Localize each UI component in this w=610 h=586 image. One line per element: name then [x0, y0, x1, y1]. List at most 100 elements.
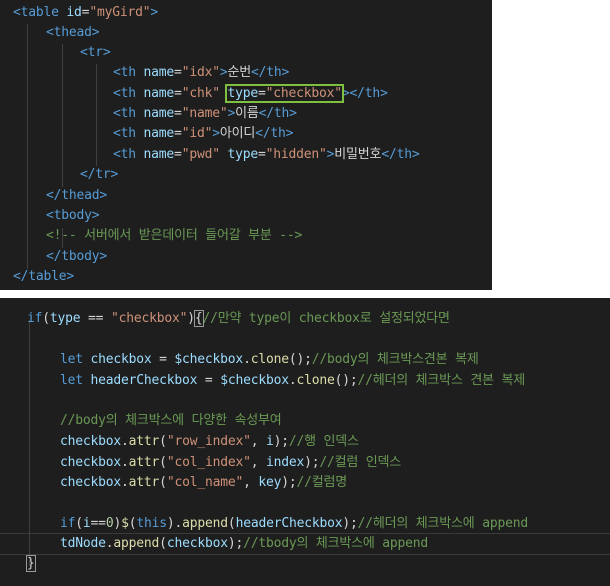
js-line-3[interactable]: let checkbox = $checkbox.clone();//body의…	[60, 350, 479, 370]
html-line-7[interactable]: <th name="id">아이디</th>	[113, 124, 293, 144]
code-token-tag: <	[113, 86, 121, 101]
html-line-3[interactable]: <tr>	[80, 43, 111, 63]
js-line-7[interactable]: checkbox.attr("row_index", i);//행 인덱스	[60, 432, 359, 452]
code-token-comment: //행 인덱스	[288, 434, 359, 449]
js-line-6[interactable]: //body의 체크박스에 다양한 속성부여	[60, 411, 282, 431]
code-token-attr: name	[143, 147, 175, 162]
code-token-attr: name	[143, 106, 175, 121]
code-token-punc: (	[159, 536, 167, 551]
js-line-1[interactable]: if(type == "checkbox"){//만약 type이 checkb…	[27, 309, 450, 329]
code-token-punc: =	[174, 147, 182, 162]
js-line-8[interactable]: checkbox.attr("col_index", index);//컬럼 인…	[60, 453, 401, 473]
code-token-tag: <	[113, 65, 121, 80]
code-token-punc: );	[227, 536, 244, 551]
code-token-punc: ();	[334, 373, 358, 388]
code-token-tag: >	[102, 45, 111, 60]
code-token-punc: );	[342, 516, 358, 531]
code-token-tag: >	[341, 86, 350, 101]
code-token-tag: >	[91, 208, 100, 223]
html-line-8[interactable]: <th name="pwd" type="hidden">비밀번호</th>	[113, 145, 420, 165]
code-token-str: "col_name"	[166, 475, 244, 490]
html-line-9[interactable]: </tr>	[80, 165, 118, 185]
js-line-12[interactable]: tdNode.append(checkbox);//tbody의 체크박스에 a…	[60, 534, 428, 554]
code-token-tag: </	[255, 126, 271, 141]
html-line-11[interactable]: <tbody>	[46, 206, 100, 226]
code-token-punc: =	[174, 106, 182, 121]
code-token-punc: ==	[80, 311, 111, 326]
code-token-tag: >	[380, 86, 388, 101]
html-line-6[interactable]: <th name="name">이름</th>	[113, 104, 297, 124]
code-token-fn: attr	[128, 455, 160, 470]
code-token-str: "chk"	[181, 86, 228, 101]
html-line-2[interactable]: <thead>	[46, 23, 100, 43]
html-line-1[interactable]: <table id="myGird">	[13, 3, 158, 23]
code-token-punc: =	[174, 65, 182, 80]
code-token-var: i	[82, 516, 91, 531]
code-token-punc: (	[42, 311, 50, 326]
code-token-tag: </	[251, 65, 267, 80]
code-token-punc: ).	[166, 516, 183, 531]
code-token-tag: <	[80, 45, 88, 60]
html-line-4[interactable]: <th name="idx">순번</th>	[113, 63, 289, 83]
code-token-tag: <	[46, 25, 54, 40]
code-token-str: "row_index"	[166, 434, 251, 449]
code-token-tag: </	[80, 167, 96, 182]
code-token-tag: </	[13, 269, 29, 284]
code-token-comment: //tbody의 체크박스에 append	[243, 536, 429, 551]
code-token-tag: thead	[53, 25, 92, 40]
code-token-punc: ,	[250, 455, 266, 470]
js-line-11[interactable]: if(i==0)$(this).append(headerCheckbox);/…	[60, 514, 528, 534]
code-token-tag: tbody	[61, 249, 100, 264]
code-token-str: "hidden"	[265, 147, 327, 162]
code-token-var: headerCheckbox	[90, 373, 198, 388]
code-token-comment: //컬럼명	[296, 475, 348, 490]
code-token-comment: //헤더의 체크박스 견본 복제	[357, 373, 526, 388]
code-token-tag: th	[270, 126, 286, 141]
code-token-attr: name	[143, 86, 175, 101]
code-token-var: tdNode	[60, 536, 106, 551]
code-token-tag: >	[227, 106, 236, 121]
html-line-10[interactable]: </thead>	[46, 186, 107, 206]
code-token-tag: >	[281, 65, 290, 80]
code-token-text: 비밀번호	[334, 147, 382, 162]
code-token-fn: attr	[128, 434, 160, 449]
code-token-tag: <	[113, 106, 121, 121]
code-token-tag: >	[99, 188, 108, 203]
code-token-tag: th	[120, 65, 144, 80]
code-token-attr: id	[66, 5, 82, 20]
html-line-14[interactable]: </table>	[13, 267, 74, 287]
html-code-panel[interactable]: <table id="myGird"> <thead> <tr> <th nam…	[0, 0, 492, 290]
code-token-punc: =	[257, 147, 266, 162]
code-token-comment: //헤더의 체크박스에 append	[357, 516, 529, 531]
code-token-punc: ==	[90, 516, 106, 531]
code-token-tag: <	[46, 208, 54, 223]
code-token-kw: let	[60, 352, 91, 367]
html-line-5[interactable]: <th name="chk" type="checkbox"></th>	[113, 84, 388, 104]
code-token-punc: =	[174, 126, 182, 141]
code-token-comment: //만약 type이 checkbox로 설정되었다면	[202, 311, 450, 326]
code-token-attr: type	[227, 147, 258, 162]
html-line-13[interactable]: </tbody>	[46, 247, 107, 267]
js-code-panel[interactable]: if(type == "checkbox"){//만약 type이 checkb…	[0, 298, 610, 586]
js-line-4[interactable]: let headerCheckbox = $checkbox.clone();/…	[60, 371, 525, 391]
code-token-tag: tbody	[53, 208, 92, 223]
code-token-str: "pwd"	[181, 147, 228, 162]
code-token-tag: th	[120, 106, 144, 121]
code-token-punc: .	[121, 475, 129, 490]
code-token-tag: <	[113, 126, 121, 141]
code-token-punc: );	[281, 475, 297, 490]
code-token-var: $checkbox	[220, 373, 289, 388]
code-token-text: 순번	[227, 65, 251, 80]
code-token-punc: )	[187, 311, 195, 326]
js-line-13[interactable]: }	[26, 554, 36, 574]
code-token-tag: tr	[87, 45, 103, 60]
code-token-tag: thead	[61, 188, 100, 203]
js-line-9[interactable]: checkbox.attr("col_name", key);//컬럼명	[60, 473, 347, 493]
code-token-text: 이름	[235, 106, 259, 121]
indent-guide	[62, 44, 63, 187]
html-line-12[interactable]: <!-- 서버에서 받은데이터 들어갈 부분 -->	[46, 226, 302, 246]
code-token-tag: >	[66, 269, 75, 284]
code-token-var: headerCheckbox	[235, 516, 343, 531]
code-token-fn: clone	[296, 373, 335, 388]
code-token-tag: th	[120, 126, 144, 141]
